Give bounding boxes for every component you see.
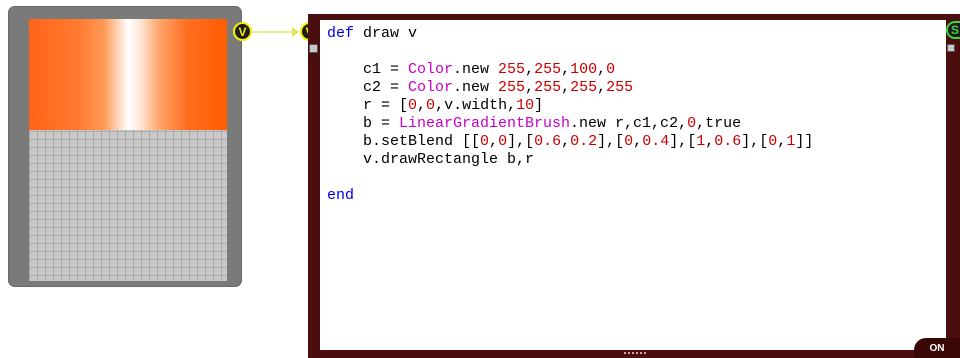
code-token: 10 [516,97,535,114]
code-token: 0.6 [714,133,742,150]
code-line: b = LinearGradientBrush.new r,c1,c2,0,tr… [327,115,946,133]
code-token: 100 [570,61,598,78]
code-token: ,true [696,115,742,132]
code-token: 0 [426,97,436,114]
code-token: r = [ [327,97,409,114]
code-token: .new [453,61,499,78]
code-token: ],[ [507,133,535,150]
code-token: , [705,133,715,150]
code-token: 0.4 [642,133,670,150]
code-token: 0 [480,133,490,150]
side-pin[interactable]: S [946,21,960,39]
gradient-bar [29,19,227,130]
code-editor-module[interactable]: def draw v c1 = Color.new 255,255,100,0 … [308,14,960,358]
arrow-icon [292,27,299,37]
code-token: 0 [687,115,697,132]
code-token: , [417,97,427,114]
code-token: v.drawRectangle b,r [327,151,535,168]
code-token: 0 [624,133,634,150]
preview-module[interactable] [8,6,242,287]
code-token: , [561,61,571,78]
grip-icon[interactable] [624,352,646,356]
code-token: 255 [606,79,634,96]
connection-wire [252,31,295,33]
code-token: .new [453,79,499,96]
code-token: ],[ [669,133,697,150]
code-line: def draw v [327,25,946,43]
code-token: , [597,61,607,78]
code-token: 255 [534,79,562,96]
code-token: b.setBlend [[ [327,133,481,150]
code-token: , [777,133,787,150]
code-token: ,v.width, [435,97,517,114]
code-token: end [327,187,355,204]
code-block[interactable]: def draw v c1 = Color.new 255,255,100,0 … [320,20,946,205]
code-line: r = [0,0,v.width,10] [327,97,946,115]
code-token: 0 [606,61,616,78]
code-editor[interactable]: def draw v c1 = Color.new 255,255,100,0 … [320,20,946,350]
code-token: , [633,133,643,150]
code-token: LinearGradientBrush [399,115,571,132]
resize-handle-icon[interactable] [947,44,955,52]
preview-screen [29,19,227,281]
code-token: ]] [795,133,814,150]
code-token: 0.2 [570,133,598,150]
code-token: c1 = [327,61,409,78]
code-line: b.setBlend [[0,0],[0.6,0.2],[0,0.4],[1,0… [327,133,946,151]
code-token: 255 [498,79,526,96]
code-token: , [597,79,607,96]
code-token: Color [408,61,454,78]
code-token: 255 [570,79,598,96]
code-token: 1 [696,133,706,150]
on-toggle[interactable]: ON [914,338,960,358]
code-token: c2 = [327,79,409,96]
code-token: ],[ [741,133,769,150]
code-line: c2 = Color.new 255,255,255,255 [327,79,946,97]
code-token: 1 [786,133,796,150]
code-token: 0 [768,133,778,150]
code-token: , [561,133,571,150]
code-token: Color [408,79,454,96]
code-token: 255 [534,61,562,78]
code-token: 0.6 [534,133,562,150]
menu-icon[interactable] [309,44,318,53]
code-token: def [327,25,355,42]
code-token: b = [327,115,400,132]
code-token: 0 [498,133,508,150]
code-line: v.drawRectangle b,r [327,151,946,169]
code-token: 0 [408,97,418,114]
code-token: , [489,133,499,150]
code-token: , [525,79,535,96]
code-token: , [561,79,571,96]
code-token: , [525,61,535,78]
code-token: 255 [498,61,526,78]
code-token: draw v [354,25,418,42]
output-pin[interactable]: V [233,22,252,41]
code-line: end [327,187,946,205]
code-line: c1 = Color.new 255,255,100,0 [327,61,946,79]
code-token: ] [534,97,544,114]
code-token: .new r,c1,c2, [570,115,688,132]
code-token: ],[ [597,133,625,150]
